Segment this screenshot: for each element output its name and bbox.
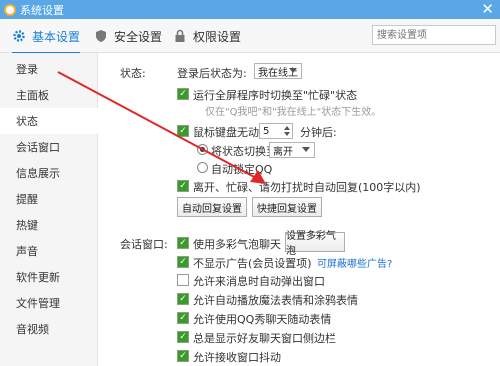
status-section-heading: 状态: (120, 67, 146, 80)
sidebar-item-login[interactable]: 登录 (0, 56, 98, 82)
sidebar-item-label: 主面板 (16, 89, 49, 102)
sidebar-item-label: 文件管理 (16, 297, 60, 310)
qq-logo-icon (4, 3, 16, 16)
sidebar-item-software-update[interactable]: 软件更新 (0, 264, 98, 290)
bubble-chat-checkbox[interactable]: ✓ (177, 237, 189, 249)
tab-label: 权限设置 (193, 29, 242, 44)
tab-permission-settings[interactable]: 权限设置 (173, 19, 241, 53)
qqshow-emoji-label: 允许使用QQ秀聊天随动表情 (193, 313, 332, 326)
login-status-label: 登录后状态为: (177, 67, 247, 80)
sidebar-item-audio-video[interactable]: 音视频 (0, 316, 98, 342)
ads-info-link[interactable]: 可屏蔽哪些广告? (317, 255, 392, 270)
search-input[interactable] (372, 25, 496, 45)
magic-emoji-checkbox[interactable]: ✓ (177, 293, 189, 305)
magic-emoji-label: 允许自动播放魔法表情和涂鸦表情 (193, 294, 358, 307)
sidebar-item-sound[interactable]: 声音 (0, 238, 98, 264)
lock-icon (175, 29, 185, 42)
tab-security-settings[interactable]: 安全设置 (94, 19, 162, 53)
fullscreen-busy-label: 运行全屏程序时切换至"忙碌"状态 (193, 89, 358, 102)
sidebar-item-main-panel[interactable]: 主面板 (0, 82, 98, 108)
auto-reply-label: 离开、忙碌、请勿打扰时自动回复(100字以内) (193, 181, 421, 194)
sidebar: 登录 主面板 状态 会话窗口 信息展示 提醒 热键 声音 软件更新 文件管理 音… (0, 53, 99, 366)
tab-basic-settings[interactable]: 基本设置 (12, 19, 81, 54)
stepper-value: 5 (263, 125, 270, 137)
sidebar-item-reminder[interactable]: 提醒 (0, 186, 98, 212)
sidebar-item-hotkeys[interactable]: 热键 (0, 212, 98, 238)
auto-lock-radio[interactable] (197, 162, 208, 173)
sidebar-item-label: 软件更新 (16, 271, 60, 284)
switch-status-select[interactable]: 离开 (269, 142, 315, 158)
chevron-down-icon (289, 68, 297, 73)
sidebar-item-label: 热键 (16, 219, 38, 232)
qqshow-emoji-checkbox[interactable]: ✓ (177, 312, 189, 324)
gear-icon (13, 30, 25, 42)
fullscreen-busy-note: 仅在"Q我吧"和"我在线上"状态下生效。 (205, 107, 382, 118)
idle-minutes-unit: 分钟后: (300, 126, 337, 139)
sidebar-item-label: 会话窗口 (16, 141, 60, 154)
chevron-down-icon (302, 147, 310, 152)
login-status-select[interactable]: 我在线上 (254, 63, 302, 79)
title-bar: 系统设置 ✕ (0, 0, 500, 19)
sidebar-item-status[interactable]: 状态 (0, 108, 99, 134)
tab-label: 安全设置 (114, 29, 163, 44)
sidebar-item-label: 状态 (16, 115, 38, 128)
auto-lock-label: 自动锁定QQ (211, 163, 273, 176)
stepper-up-icon[interactable] (284, 126, 290, 130)
idle-minutes-stepper[interactable]: 5 (259, 123, 293, 139)
shield-icon (96, 30, 106, 42)
auto-popup-checkbox[interactable]: ✓ (177, 274, 189, 286)
window-shake-label: 允许接收窗口抖动 (193, 351, 281, 364)
auto-reply-checkbox[interactable]: ✓ (177, 180, 189, 192)
quick-reply-settings-button[interactable]: 快捷回复设置 (252, 197, 322, 217)
fullscreen-busy-checkbox[interactable]: ✓ (177, 88, 189, 100)
sidebar-item-label: 提醒 (16, 193, 38, 206)
auto-reply-settings-button[interactable]: 自动回复设置 (177, 197, 247, 217)
sidebar-always-checkbox[interactable]: ✓ (177, 331, 189, 343)
select-value: 离开 (273, 146, 293, 158)
sidebar-item-label: 声音 (16, 245, 38, 258)
sidebar-always-label: 总是显示好友聊天窗口侧边栏 (193, 332, 336, 345)
close-icon[interactable]: ✕ (481, 1, 494, 17)
stepper-down-icon[interactable] (284, 132, 290, 136)
sidebar-item-chat-window[interactable]: 会话窗口 (0, 134, 98, 160)
sidebar-item-file-management[interactable]: 文件管理 (0, 290, 98, 316)
switch-status-radio[interactable] (197, 144, 208, 155)
sidebar-item-info-display[interactable]: 信息展示 (0, 160, 98, 186)
window-shake-checkbox[interactable]: ✓ (177, 350, 189, 362)
bubble-settings-button[interactable]: 设置多彩气泡 (285, 231, 345, 257)
sidebar-item-label: 信息展示 (16, 167, 60, 180)
settings-content: 状态: 登录后状态为: 我在线上 ✓ 运行全屏程序时切换至"忙碌"状态 仅在"Q… (99, 53, 500, 366)
sidebar-item-label: 音视频 (16, 323, 49, 336)
idle-checkbox[interactable]: ✓ (177, 125, 189, 137)
hide-ads-label: 不显示广告(会员设置项) (193, 257, 312, 270)
switch-status-label: 将状态切换至 (211, 145, 277, 158)
hide-ads-checkbox[interactable]: ✓ (177, 256, 189, 268)
tab-label: 基本设置 (32, 29, 81, 44)
tab-bar: 基本设置 安全设置 权限设置 (0, 19, 500, 54)
chat-section-heading: 会话窗口: (120, 238, 168, 251)
sidebar-item-label: 登录 (16, 63, 38, 76)
auto-popup-label: 允许来消息时自动弹出窗口 (193, 275, 325, 288)
window-title: 系统设置 (20, 3, 64, 17)
bubble-chat-label: 使用多彩气泡聊天 (193, 238, 281, 251)
